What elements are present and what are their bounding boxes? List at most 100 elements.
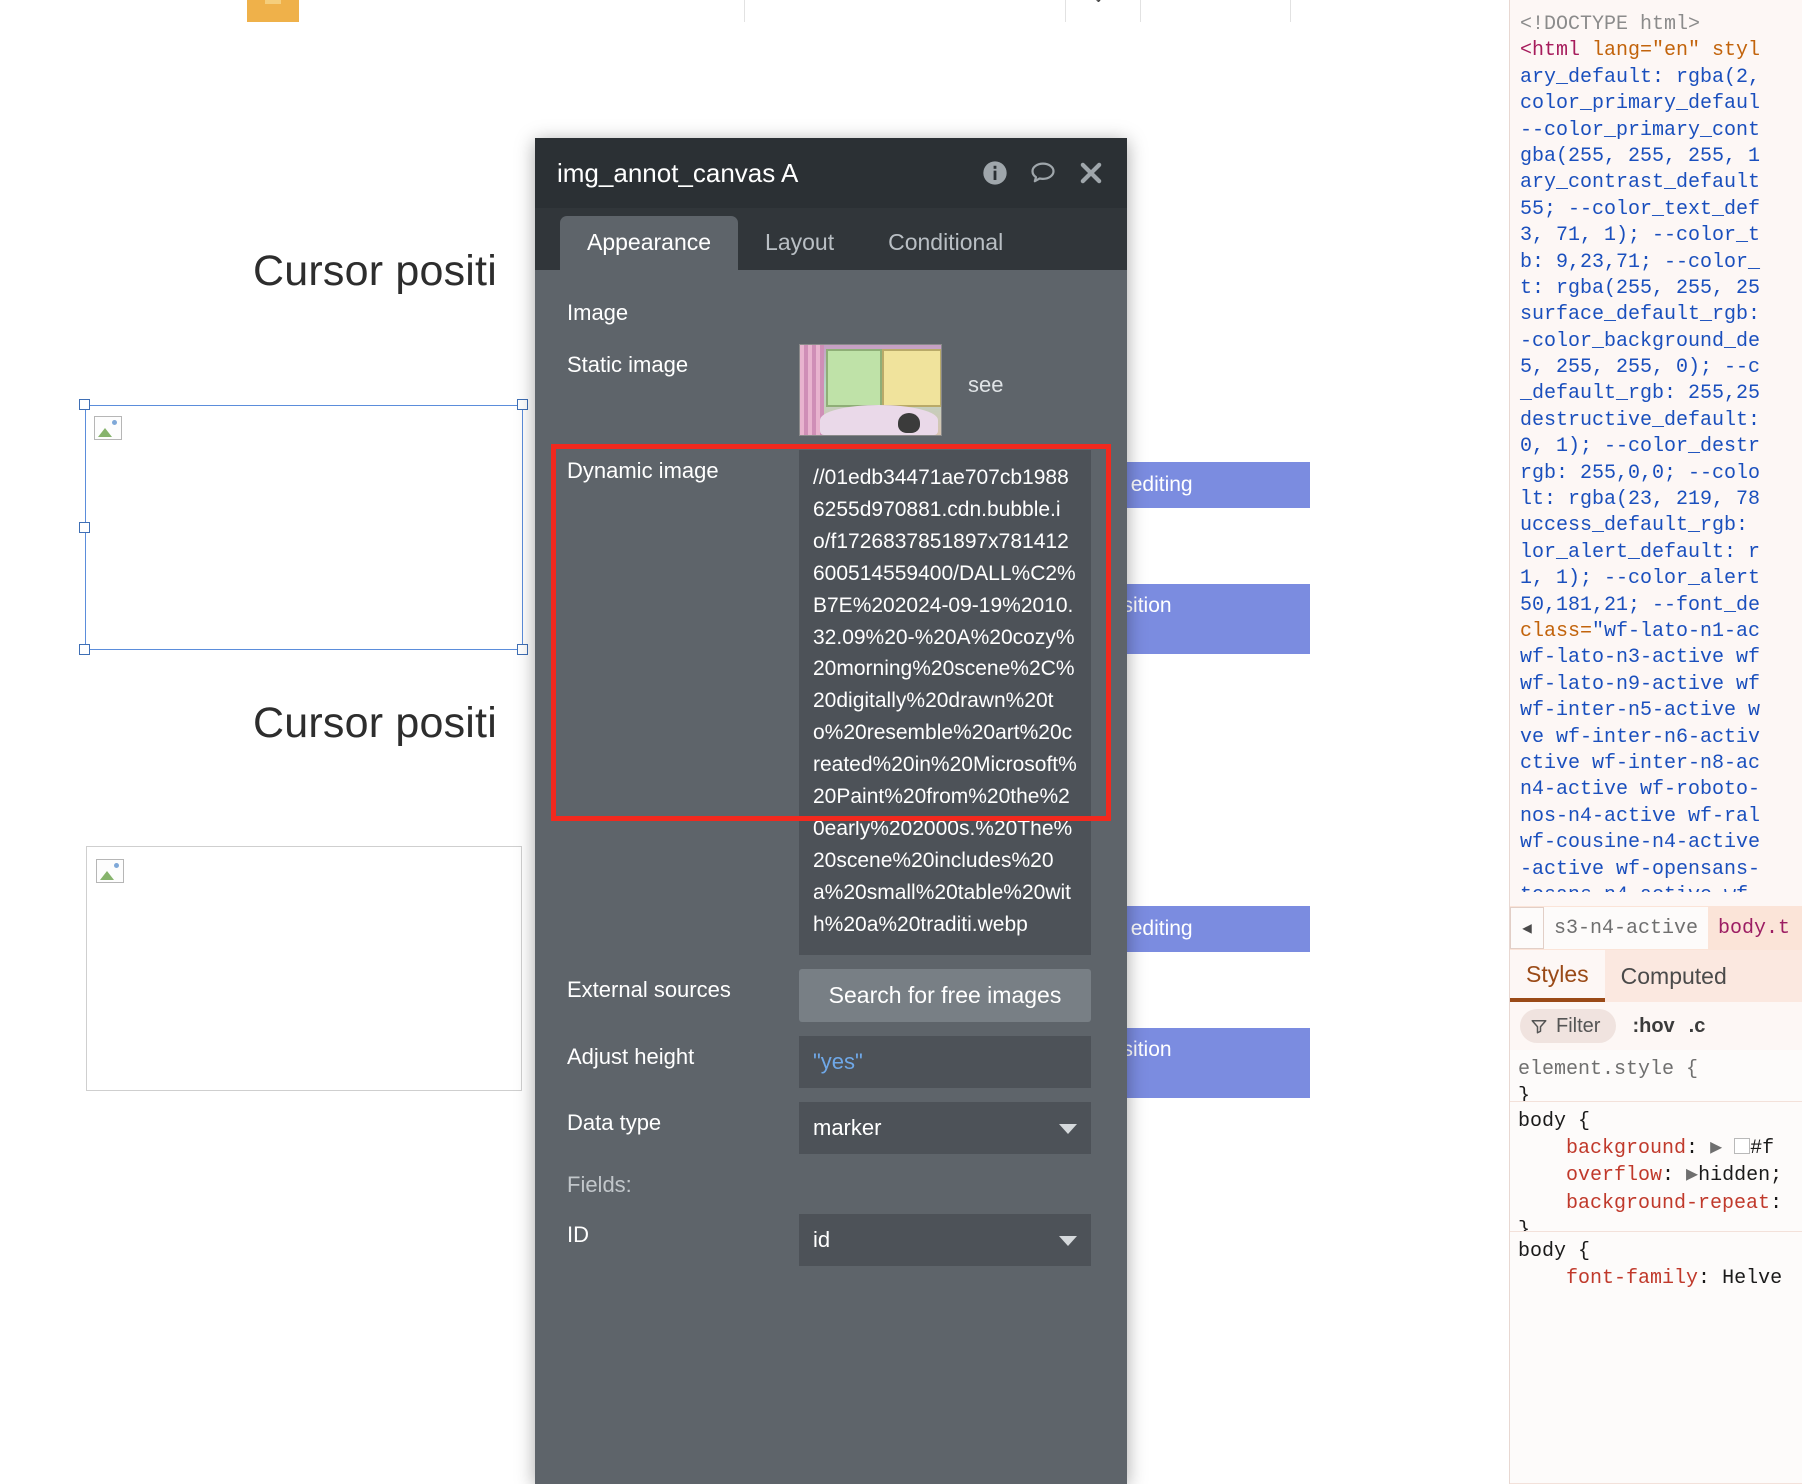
code-line: tosans-n4-active wf- [1520, 883, 1802, 892]
image-element-2[interactable] [86, 846, 522, 1091]
code-line: destructive_default: [1520, 408, 1761, 432]
pointer-icon[interactable]: ↖ [468, 0, 485, 4]
code-line: ary_default: rgba(2, [1520, 65, 1761, 89]
close-icon[interactable] [1077, 159, 1105, 187]
data-type-select[interactable]: marker [799, 1101, 1091, 1154]
toolbar-item-main[interactable]: Main [1212, 0, 1253, 2]
toolbar-item-issues[interactable]: issues [372, 0, 426, 2]
css-selector-0: element.style { [1518, 1058, 1699, 1081]
adjust-height-label: Adjust height [567, 1043, 695, 1069]
search-icon[interactable]: 🔍 [1077, 0, 1102, 4]
devtools-filter-bar: Filter :hov .c [1510, 1002, 1802, 1050]
css-prop-bg[interactable]: background [1566, 1137, 1686, 1160]
selected-image-element[interactable] [85, 405, 523, 650]
section-title-image: Image [567, 300, 629, 325]
css-prop-font-family[interactable]: font-family [1566, 1267, 1698, 1290]
back-arrow-icon[interactable]: ◀ [1510, 907, 1544, 949]
devtools-breadcrumb: ◀ s3-n4-active body.t [1510, 906, 1802, 950]
tab-styles[interactable]: Styles [1510, 950, 1605, 1002]
cls-toggle[interactable]: .c [1689, 1015, 1706, 1038]
toolbar-item-arrange[interactable]: Arrange [628, 0, 696, 2]
data-type-label: Data type [567, 1109, 662, 1135]
code-line: b: 9,23,71; --color_ [1520, 250, 1761, 274]
tab-layout[interactable]: Layout [738, 216, 861, 270]
comment-icon[interactable] [1029, 159, 1057, 187]
expand-triangle-icon[interactable]: ▶ [1710, 1137, 1722, 1160]
code-line: --color_primary_cont [1520, 118, 1761, 142]
code-line: class="wf-lato-n1-ac [1520, 619, 1761, 643]
static-image-see-label: see [968, 372, 1004, 397]
breadcrumb-item-0[interactable]: s3-n4-active [1544, 907, 1709, 949]
chevron-down-icon-2 [1059, 1235, 1077, 1246]
css-val-bg-repeat: : [1770, 1191, 1783, 1215]
resize-handle-top-left[interactable] [79, 399, 90, 410]
dialog-tabs: Appearance Layout Conditional [535, 208, 1127, 270]
row-id: ID id [535, 1213, 1127, 1266]
code-line: surface_default_rgb: [1520, 303, 1761, 327]
resize-handle-top-right[interactable] [517, 399, 528, 410]
undo-icon[interactable]: ↺ [965, 0, 982, 4]
css-prop-bg-repeat[interactable]: background-repeat [1566, 1192, 1770, 1215]
devtools-panel: <!DOCTYPE html> <html lang="en" styl ary_d… [1509, 0, 1802, 1484]
app-logo-icon[interactable] [247, 0, 299, 22]
external-sources-field: Search for free images [799, 968, 1105, 1022]
tab-appearance[interactable]: Appearance [560, 216, 739, 270]
dialog-titlebar: img_annot_canvas A [535, 138, 1127, 208]
tab-conditional[interactable]: Conditional [861, 216, 1030, 270]
search-free-images-button[interactable]: Search for free images [799, 968, 1091, 1022]
editor-toolbar: ▭ issues ↖ View Arrange ↺ ↻ 🔍 ◦ Main Pre… [0, 0, 1510, 23]
devtools-elements-code[interactable]: <!DOCTYPE html> <html lang="en" styl ary_d… [1510, 0, 1802, 892]
redo-icon[interactable]: ↻ [1015, 0, 1032, 4]
css-val-overflow: hidden; [1698, 1164, 1783, 1188]
css-close-1: } [1518, 1218, 1531, 1232]
code-line: 1, 1); --color_alert [1520, 567, 1761, 591]
code-line: t: rgba(255, 255, 25 [1520, 276, 1761, 300]
page-icon[interactable]: ◦ [1190, 0, 1195, 4]
hov-toggle[interactable]: :hov [1632, 1015, 1674, 1038]
filter-input[interactable]: Filter [1520, 1009, 1617, 1043]
css-rule-element-style[interactable]: element.style { } [1510, 1050, 1802, 1102]
code-line: -active wf-opensans- [1520, 857, 1761, 881]
issues-icon[interactable]: ▭ [345, 0, 364, 4]
id-select[interactable]: id [799, 1213, 1091, 1266]
breadcrumb-item-1[interactable]: body.t [1708, 907, 1800, 949]
dynamic-image-value[interactable]: //01edb34471ae707cb19886255d970881.cdn.b… [799, 450, 1091, 955]
css-selector-2: body { [1518, 1240, 1591, 1263]
page-title-2: Cursor positi [253, 699, 497, 747]
resize-handle-middle-left[interactable] [79, 522, 90, 533]
info-icon[interactable] [981, 159, 1009, 187]
adjust-height-value[interactable]: "yes" [799, 1035, 1091, 1088]
css-rule-body-2[interactable]: body { font-family: Helve [1510, 1232, 1802, 1484]
code-line: 0, 1); --color_destr [1520, 435, 1761, 459]
external-sources-label: External sources [567, 976, 731, 1002]
toolbar-item-view[interactable]: View [552, 0, 593, 2]
toolbar-item-preview[interactable]: Preview [1318, 0, 1386, 2]
resize-handle-bottom-right[interactable] [517, 644, 528, 655]
data-type-field: marker [799, 1101, 1105, 1154]
app-logo-glyph [265, 0, 281, 4]
static-image-label: Static image [567, 352, 689, 377]
info-icon[interactable]: ⓘ [1420, 0, 1440, 4]
resize-handle-bottom-left[interactable] [79, 644, 90, 655]
expand-triangle-icon-2[interactable]: ▶ [1686, 1164, 1698, 1187]
code-line: gba(255, 255, 255, 1 [1520, 144, 1761, 168]
row-external-sources: External sources Search for free images [535, 968, 1127, 1022]
fields-section-label: Fields: [567, 1171, 632, 1197]
adjust-height-field: "yes" [799, 1035, 1105, 1088]
code-line: <!DOCTYPE html> [1520, 13, 1701, 36]
color-swatch[interactable] [1734, 1138, 1751, 1155]
row-static-image: Static image see [535, 344, 1127, 436]
property-editor-dialog: img_annot_canvas A Appearance Layout Con… [535, 138, 1127, 1484]
help-icon[interactable]: ◑ [1472, 0, 1484, 4]
page-title: Cursor positi [253, 247, 497, 295]
static-image-field: see [799, 344, 1105, 436]
code-line: wf-cousine-n4-active [1520, 831, 1761, 855]
devtools-style-tabs: Styles Computed [1510, 950, 1802, 1002]
static-image-thumbnail[interactable] [799, 344, 942, 436]
tab-computed[interactable]: Computed [1605, 950, 1743, 1002]
filter-icon [1531, 1020, 1547, 1034]
css-rule-body-1[interactable]: body { background: ▶ #f overflow: ▶hidde… [1510, 1102, 1802, 1232]
appearance-section: Image Static image see Dynamic image //0… [535, 270, 1127, 1266]
code-line: nos-n4-active wf-ral [1520, 804, 1761, 828]
css-prop-overflow[interactable]: overflow [1566, 1164, 1662, 1187]
